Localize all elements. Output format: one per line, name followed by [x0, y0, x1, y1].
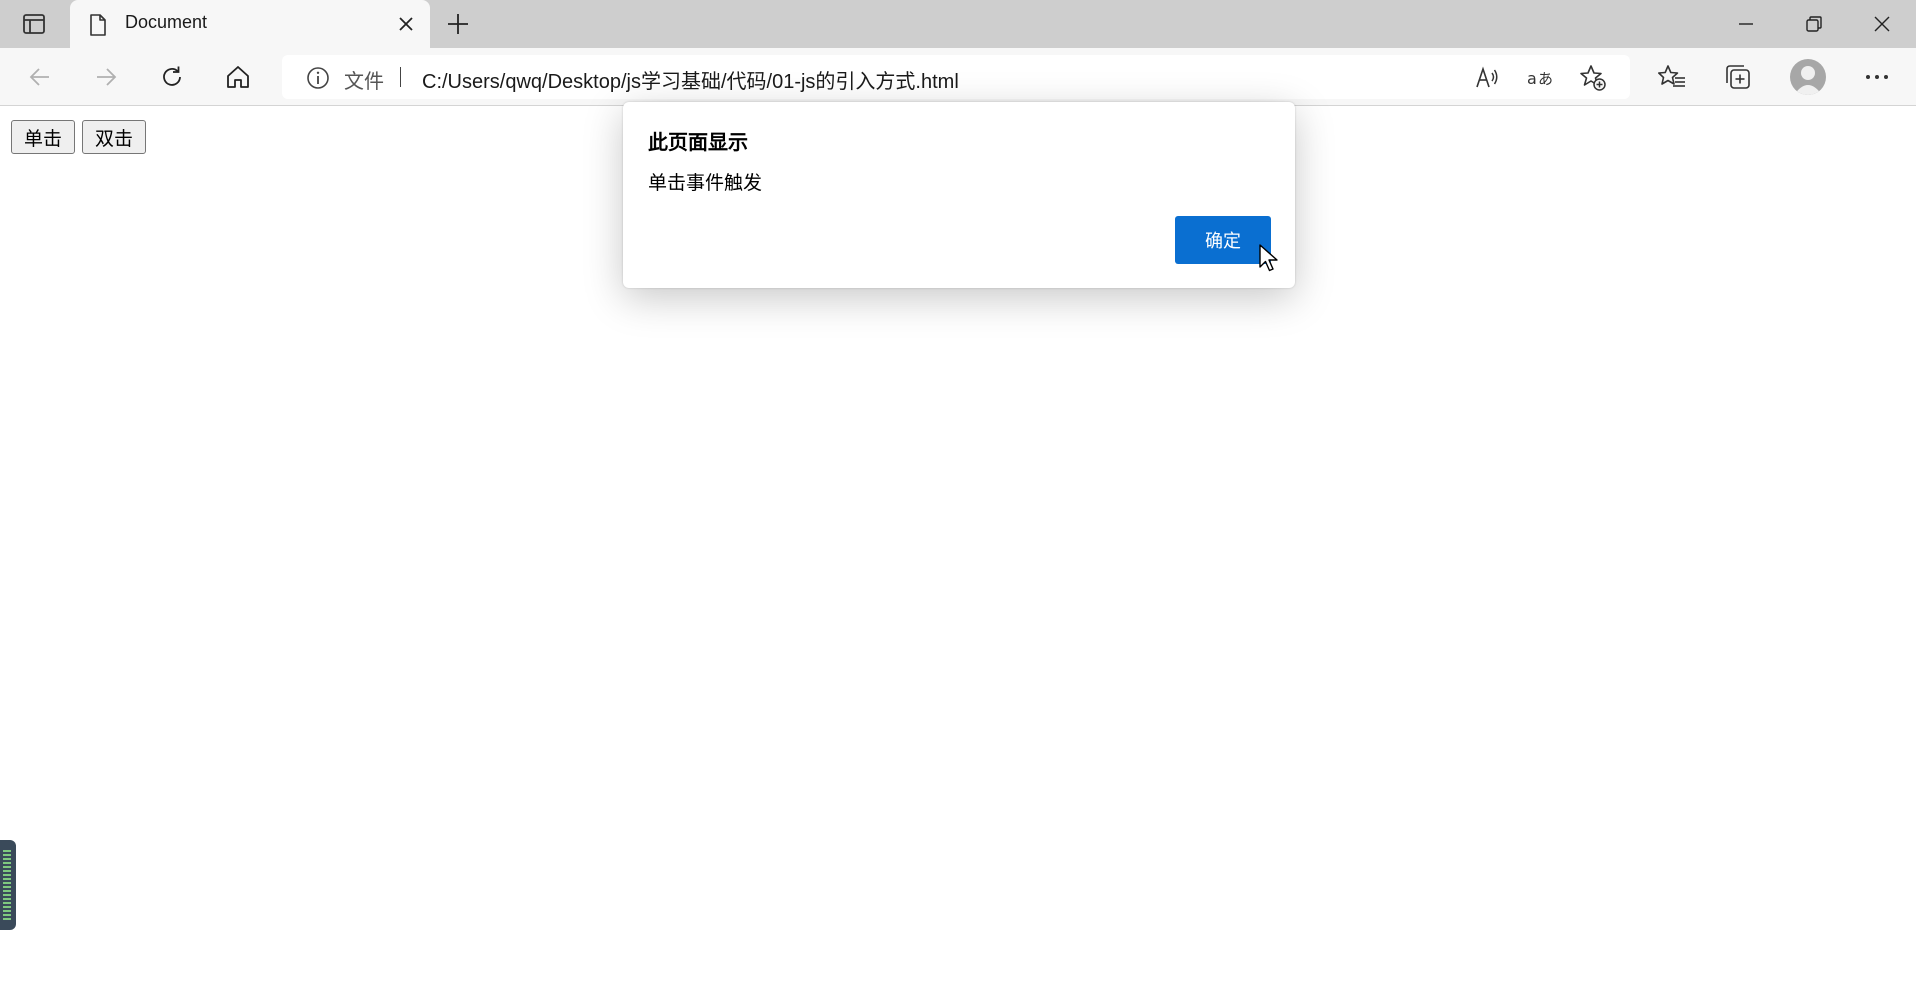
collections-icon	[1726, 65, 1750, 89]
arrow-right-icon	[97, 68, 117, 86]
translate-icon: a あ	[1527, 69, 1553, 88]
minimize-button[interactable]	[1712, 0, 1780, 48]
tab-close-button[interactable]	[392, 10, 420, 38]
favorites-icon	[1658, 65, 1685, 87]
level-meter-icon	[3, 850, 11, 920]
tab-document[interactable]: Document	[70, 0, 430, 48]
read-aloud-button[interactable]	[1470, 61, 1504, 95]
address-bar[interactable]: 文件 C:/Users/qwq/Desktop/js学习基础/代码/01-js的…	[282, 55, 1630, 99]
close-window-icon	[1874, 16, 1890, 32]
mouse-cursor-icon	[1259, 244, 1278, 272]
forward-button[interactable]	[86, 57, 126, 97]
sidebar-panel-icon	[23, 14, 45, 34]
favorites-button[interactable]	[1652, 57, 1692, 97]
plus-icon	[448, 14, 468, 34]
double-click-button[interactable]: 双击	[82, 120, 146, 154]
restore-button[interactable]	[1780, 0, 1848, 48]
dialog-ok-button[interactable]: 确定	[1175, 216, 1271, 264]
document-icon	[90, 14, 106, 36]
close-icon	[399, 17, 413, 31]
translate-button[interactable]: a あ	[1524, 61, 1558, 95]
svg-text:あ: あ	[1538, 70, 1553, 88]
refresh-button[interactable]	[152, 57, 192, 97]
tab-actions-button[interactable]	[14, 7, 54, 41]
info-icon[interactable]	[306, 66, 330, 90]
tab-strip: Document	[0, 0, 1916, 48]
add-favorite-button[interactable]	[1576, 61, 1610, 95]
restore-icon	[1806, 16, 1822, 32]
home-icon	[227, 66, 249, 88]
single-click-button[interactable]: 单击	[11, 120, 75, 154]
star-add-icon	[1580, 65, 1606, 91]
browser-toolbar: 文件 C:/Users/qwq/Desktop/js学习基础/代码/01-js的…	[0, 48, 1916, 106]
alert-dialog: 此页面显示 单击事件触发 确定	[623, 102, 1295, 288]
dialog-title: 此页面显示	[648, 130, 748, 154]
minimize-icon	[1739, 23, 1753, 25]
back-button[interactable]	[20, 57, 60, 97]
refresh-icon	[163, 66, 181, 86]
settings-more-button[interactable]	[1857, 57, 1897, 97]
read-aloud-icon	[1476, 66, 1498, 88]
arrow-left-icon	[29, 68, 49, 86]
url-text[interactable]: C:/Users/qwq/Desktop/js学习基础/代码/01-js的引入方…	[422, 65, 959, 94]
more-dots-icon	[1866, 75, 1888, 79]
dialog-message: 单击事件触发	[648, 172, 763, 194]
side-audio-widget[interactable]	[0, 840, 16, 930]
file-protocol-label: 文件	[344, 69, 384, 93]
profile-avatar[interactable]	[1790, 59, 1826, 95]
collections-button[interactable]	[1718, 57, 1758, 97]
close-window-button[interactable]	[1848, 0, 1916, 48]
svg-text:a: a	[1527, 69, 1537, 88]
address-separator	[400, 67, 401, 87]
user-icon	[1794, 66, 1822, 95]
tab-title: Document	[125, 12, 208, 32]
home-button[interactable]	[218, 57, 258, 97]
new-tab-button[interactable]	[440, 7, 476, 41]
